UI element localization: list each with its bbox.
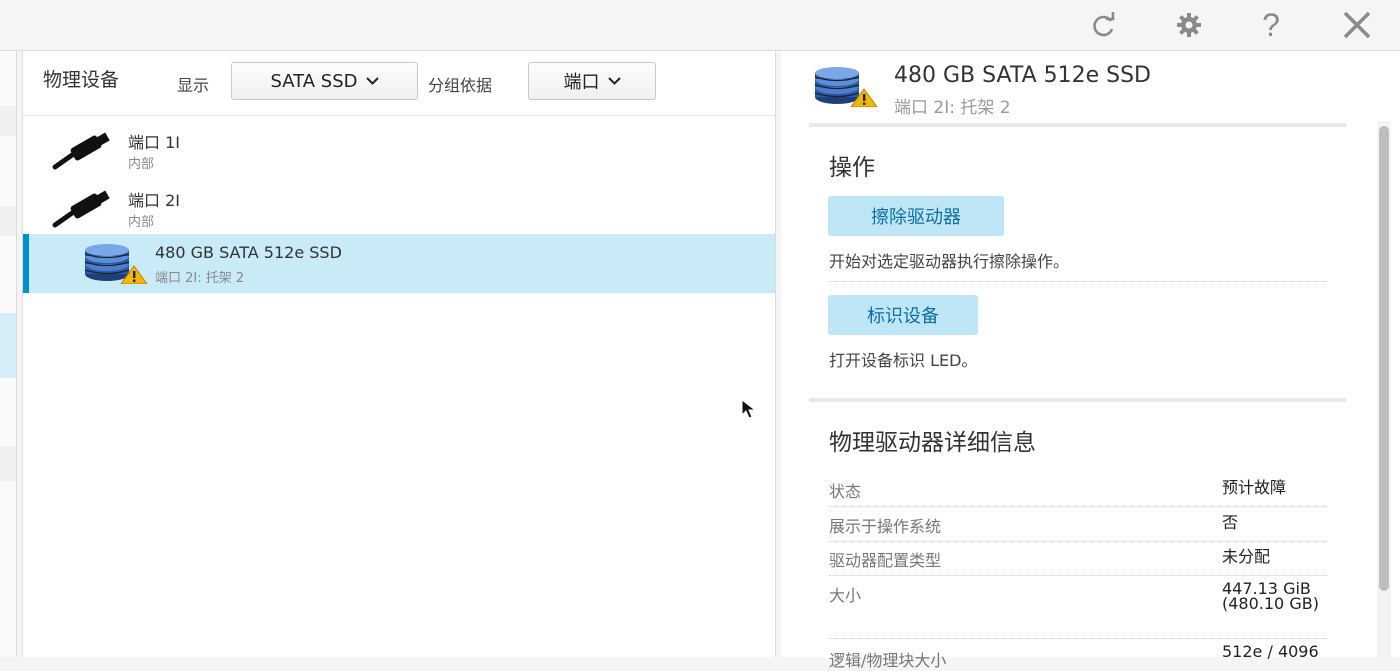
refresh-icon[interactable] [1085, 6, 1123, 44]
identify-device-button[interactable]: 标识设备 [828, 295, 978, 335]
erase-drive-button[interactable]: 擦除驱动器 [828, 196, 1004, 236]
tree-item-label: 端口 1I [128, 133, 180, 152]
group-by-dropdown-value: 端口 [563, 72, 600, 93]
detail-panel: 480 GB SATA 512e SSD 端口 2I: 托架 2 操作 擦除驱动… [781, 51, 1400, 670]
tree-item-ssd-selected[interactable]: 480 GB SATA 512e SSD 端口 2I: 托架 2 [23, 234, 775, 293]
detail-key-os-visible: 展示于操作系统 [829, 517, 942, 536]
detail-value-config-type: 未分配 [1222, 547, 1271, 566]
group-by-label: 分组依据 [428, 76, 493, 95]
connector-icon [52, 132, 110, 170]
card-divider [809, 123, 1346, 127]
connector-icon [52, 190, 110, 228]
physical-devices-panel: 物理设备 显示 SATA SSD 分组依据 端口 端口 1I 内部 端口 2I … [22, 51, 776, 657]
gear-icon[interactable] [1170, 6, 1208, 44]
panel-header: 物理设备 显示 SATA SSD 分组依据 端口 [23, 51, 775, 116]
detail-value-status: 预计故障 [1222, 478, 1287, 497]
detail-value-os-visible: 否 [1222, 513, 1239, 532]
divider [829, 506, 1327, 507]
nav-strip-item[interactable] [0, 446, 16, 481]
tree-item-sublabel: 内部 [128, 157, 155, 172]
drive-warning-icon [84, 244, 148, 284]
detail-value-size: 447.13 GiB (480.10 GB) [1222, 579, 1319, 613]
show-dropdown[interactable]: SATA SSD [231, 62, 418, 100]
left-nav-strip [0, 51, 17, 657]
mouse-cursor-icon [741, 399, 757, 419]
panel-title: 物理设备 [43, 69, 120, 91]
detail-key-config-type: 驱动器配置类型 [829, 551, 942, 570]
detail-key-status: 状态 [829, 482, 862, 501]
chevron-down-icon [607, 77, 621, 85]
tree-item-label: 端口 2I [128, 191, 180, 210]
show-dropdown-value: SATA SSD [270, 70, 358, 92]
tree-item-label: 480 GB SATA 512e SSD [155, 243, 342, 262]
divider [829, 281, 1327, 282]
identify-device-description: 打开设备标识 LED。 [829, 351, 978, 370]
top-toolbar: ? [0, 0, 1400, 51]
drive-warning-icon [814, 67, 878, 107]
scrollbar-thumb[interactable] [1379, 126, 1389, 591]
tree-item-sublabel: 端口 2I: 托架 2 [155, 271, 245, 286]
details-section-title: 物理驱动器详细信息 [829, 430, 1036, 456]
divider [829, 541, 1327, 542]
actions-section-title: 操作 [829, 155, 875, 181]
close-icon[interactable] [1338, 6, 1376, 44]
erase-drive-description: 开始对选定驱动器执行擦除操作。 [829, 252, 1070, 271]
help-icon[interactable]: ? [1252, 6, 1290, 44]
nav-strip-item[interactable] [0, 106, 16, 136]
tree-item-sublabel: 内部 [128, 215, 155, 230]
tree-item-port-2i[interactable]: 端口 2I 内部 [23, 181, 775, 235]
detail-key-size: 大小 [829, 586, 862, 605]
detail-key-block-size: 逻辑/物理块大小 [829, 651, 947, 670]
detail-title: 480 GB SATA 512e SSD [894, 63, 1151, 88]
group-by-dropdown[interactable]: 端口 [528, 62, 656, 100]
chevron-down-icon [365, 77, 379, 85]
selection-indicator [23, 234, 29, 293]
divider [829, 638, 1327, 639]
divider [829, 575, 1327, 576]
tree-item-port-1i[interactable]: 端口 1I 内部 [23, 121, 775, 177]
card-divider [809, 398, 1346, 402]
show-label: 显示 [177, 76, 210, 95]
detail-subtitle: 端口 2I: 托架 2 [894, 98, 1011, 118]
nav-strip-item-active[interactable] [0, 313, 16, 378]
nav-strip-item[interactable] [0, 206, 16, 236]
